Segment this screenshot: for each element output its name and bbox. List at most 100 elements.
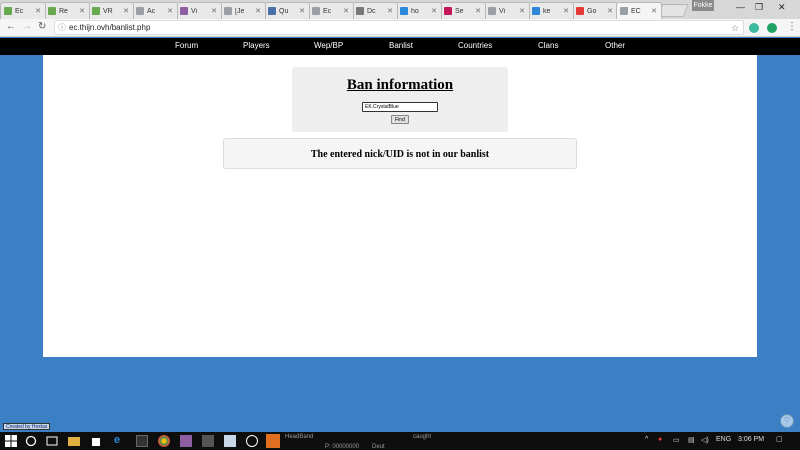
nick-uid-input[interactable] (362, 102, 438, 112)
chevron-up-icon[interactable]: ^ (645, 436, 648, 443)
tab-close-icon[interactable]: ✕ (475, 7, 481, 15)
nav-forum[interactable]: Forum (175, 41, 198, 50)
tab-close-icon[interactable]: ✕ (607, 7, 613, 15)
nav-other[interactable]: Other (605, 41, 625, 50)
tab-close-icon[interactable]: ✕ (519, 7, 525, 15)
profile-button[interactable]: Fokke (692, 0, 714, 11)
language-indicator[interactable]: ENG (716, 436, 731, 443)
favicon-icon (136, 7, 144, 15)
grammarly-icon[interactable] (767, 23, 777, 33)
find-button[interactable]: Find (391, 115, 409, 124)
browser-tab[interactable]: Re ✕ (44, 2, 90, 19)
new-tab-button[interactable] (657, 4, 689, 17)
browser-tab[interactable]: Ec ✕ (308, 2, 354, 19)
clock[interactable]: 3:06 PM (738, 436, 764, 443)
tab-close-icon[interactable]: ✕ (299, 7, 305, 15)
tab-close-icon[interactable]: ✕ (343, 7, 349, 15)
antivirus-icon[interactable]: ● (658, 436, 662, 443)
credit-label[interactable]: Created by Hoxtas (3, 423, 51, 430)
browser-tab[interactable]: Dc ✕ (352, 2, 398, 19)
background-text: caught (413, 434, 432, 440)
browser-tab[interactable]: Go ✕ (572, 2, 618, 19)
shield-icon[interactable]: ♡ (780, 414, 794, 428)
notifications-icon[interactable]: ▢ (776, 435, 783, 443)
tab-close-icon[interactable]: ✕ (255, 7, 261, 15)
favicon-icon (48, 7, 56, 15)
page-title: Ban information (346, 77, 454, 93)
restore-icon[interactable]: ❐ (755, 2, 763, 13)
background-text: P: 00000000 (325, 444, 360, 450)
address-bar[interactable]: ⓘ ec.thijn.ovh/banlist.php ☆ (54, 20, 744, 35)
tab-close-icon[interactable]: ✕ (431, 7, 437, 15)
favicon-icon (400, 7, 408, 15)
url-text: ec.thijn.ovh/banlist.php (69, 23, 151, 32)
favicon-icon (92, 7, 100, 15)
bookmark-star-icon[interactable]: ☆ (731, 21, 739, 35)
browser-tab[interactable]: ke ✕ (528, 2, 574, 19)
nav-wep-bp[interactable]: Wep/BP (314, 41, 343, 50)
tab-close-icon[interactable]: ✕ (563, 7, 569, 15)
browser-menu-icon[interactable]: ⋮ (787, 21, 797, 32)
nav-clans[interactable]: Clans (538, 41, 558, 50)
tab-close-icon[interactable]: ✕ (651, 7, 657, 15)
browser-tab[interactable]: [Je ✕ (220, 2, 266, 19)
background-text: Deut (372, 444, 385, 450)
app-icon[interactable] (202, 435, 214, 447)
tab-close-icon[interactable]: ✕ (79, 7, 85, 15)
tab-close-icon[interactable]: ✕ (35, 7, 41, 15)
browser-tab[interactable]: Vi ✕ (484, 2, 530, 19)
reload-icon[interactable]: ↻ (38, 21, 46, 32)
ban-search-panel: Ban information Find (292, 67, 508, 132)
app-icon[interactable] (136, 435, 148, 447)
tab-close-icon[interactable]: ✕ (123, 7, 129, 15)
page-info-icon[interactable]: ⓘ (58, 21, 66, 35)
favicon-icon (180, 7, 188, 15)
favicon-icon (268, 7, 276, 15)
app-icon[interactable] (224, 435, 236, 447)
favicon-icon (4, 7, 12, 15)
tab-close-icon[interactable]: ✕ (167, 7, 173, 15)
favicon-icon (532, 7, 540, 15)
app-icon[interactable] (266, 434, 280, 448)
back-arrow-icon[interactable]: ← (6, 21, 16, 32)
favicon-icon (620, 7, 628, 15)
xbox-icon[interactable] (246, 435, 258, 447)
forward-arrow-icon[interactable]: → (22, 21, 32, 32)
file-explorer-icon[interactable] (68, 437, 80, 446)
minimize-icon[interactable]: — (736, 2, 745, 12)
browser-tab[interactable]: Se ✕ (440, 2, 486, 19)
browser-tab-strip: EC ✕ Go ✕ ke ✕ Vi ✕ Se ✕ ho ✕ Dc ✕ Ec ✕ Qu ✕ [Je ✕ Vi ✕ Ac ✕ VR ✕… (0, 0, 800, 19)
windows-taskbar: e HeadBand P: 00000000 Deut caught ^ ● ▭… (0, 432, 800, 450)
nav-countries[interactable]: Countries (458, 41, 492, 50)
browser-tab[interactable]: EC ✕ (616, 2, 662, 19)
volume-icon[interactable]: ◁) (701, 436, 709, 444)
tab-close-icon[interactable]: ✕ (211, 7, 217, 15)
browser-tab[interactable]: VR ✕ (88, 2, 134, 19)
favicon-icon (312, 7, 320, 15)
browser-tab[interactable]: ho ✕ (396, 2, 442, 19)
task-view-icon[interactable] (46, 435, 58, 447)
browser-toolbar: ← → ↻ ⓘ ec.thijn.ovh/banlist.php ☆ ⋮ (0, 19, 800, 37)
result-panel: The entered nick/UID is not in our banli… (223, 138, 577, 169)
chrome-icon[interactable] (158, 435, 170, 447)
extension-icon[interactable] (749, 23, 759, 33)
windows-start-icon[interactable] (5, 435, 17, 447)
nav-players[interactable]: Players (243, 41, 270, 50)
favicon-icon (356, 7, 364, 15)
browser-tab[interactable]: Vi ✕ (176, 2, 222, 19)
nav-banlist[interactable]: Banlist (389, 41, 413, 50)
favicon-icon (488, 7, 496, 15)
close-window-icon[interactable]: ✕ (778, 2, 786, 13)
result-message: The entered nick/UID is not in our banli… (310, 149, 490, 160)
store-icon[interactable] (92, 438, 100, 446)
browser-tab[interactable]: Ac ✕ (132, 2, 178, 19)
search-circle-icon[interactable] (25, 435, 37, 447)
browser-tab[interactable]: Qu ✕ (264, 2, 310, 19)
edge-icon[interactable]: e (114, 434, 126, 446)
browser-tab[interactable]: Ec ✕ (0, 2, 46, 19)
network-icon[interactable]: ▤ (688, 436, 695, 444)
battery-icon[interactable]: ▭ (673, 436, 680, 444)
favicon-icon (224, 7, 232, 15)
app-icon[interactable] (180, 435, 192, 447)
tab-close-icon[interactable]: ✕ (387, 7, 393, 15)
